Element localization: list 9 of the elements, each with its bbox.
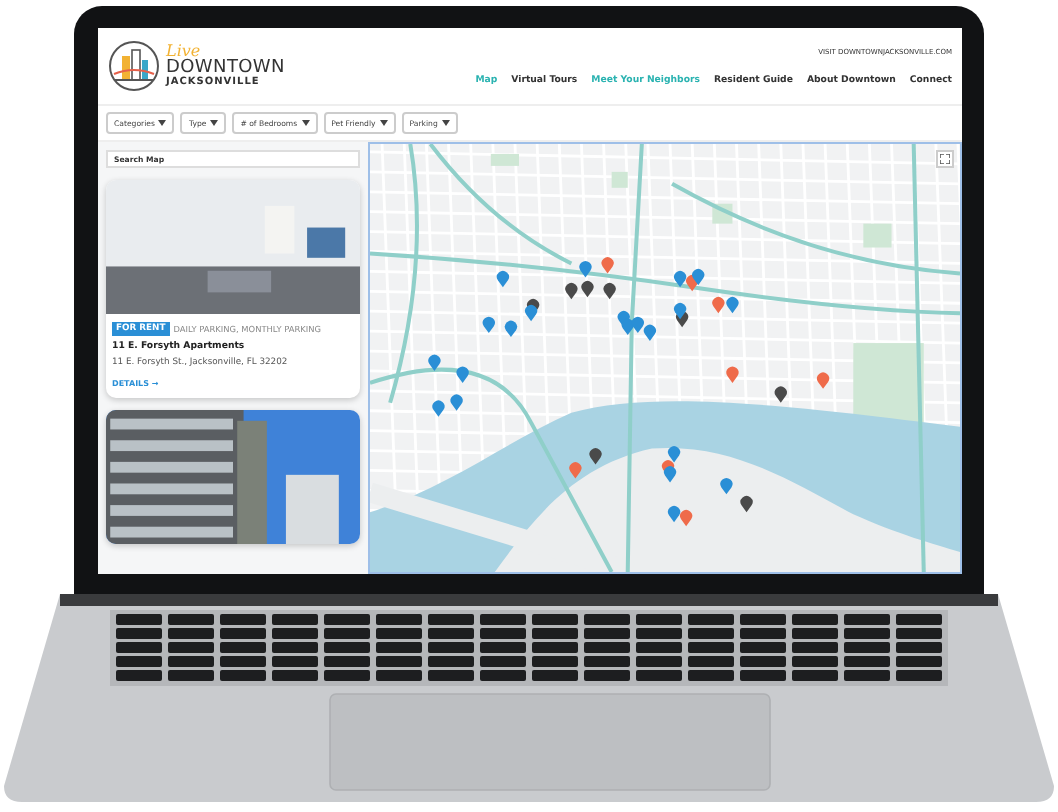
logo-title: DOWNTOWN (166, 60, 285, 78)
logo-script-text: Live (166, 44, 201, 60)
fullscreen-button[interactable] (936, 150, 954, 168)
caret-icon (379, 120, 388, 126)
city-logo-icon (108, 40, 160, 92)
caret-icon (441, 120, 450, 126)
caret-icon (210, 120, 219, 126)
caret-icon (301, 120, 310, 126)
caret-icon (158, 120, 167, 126)
